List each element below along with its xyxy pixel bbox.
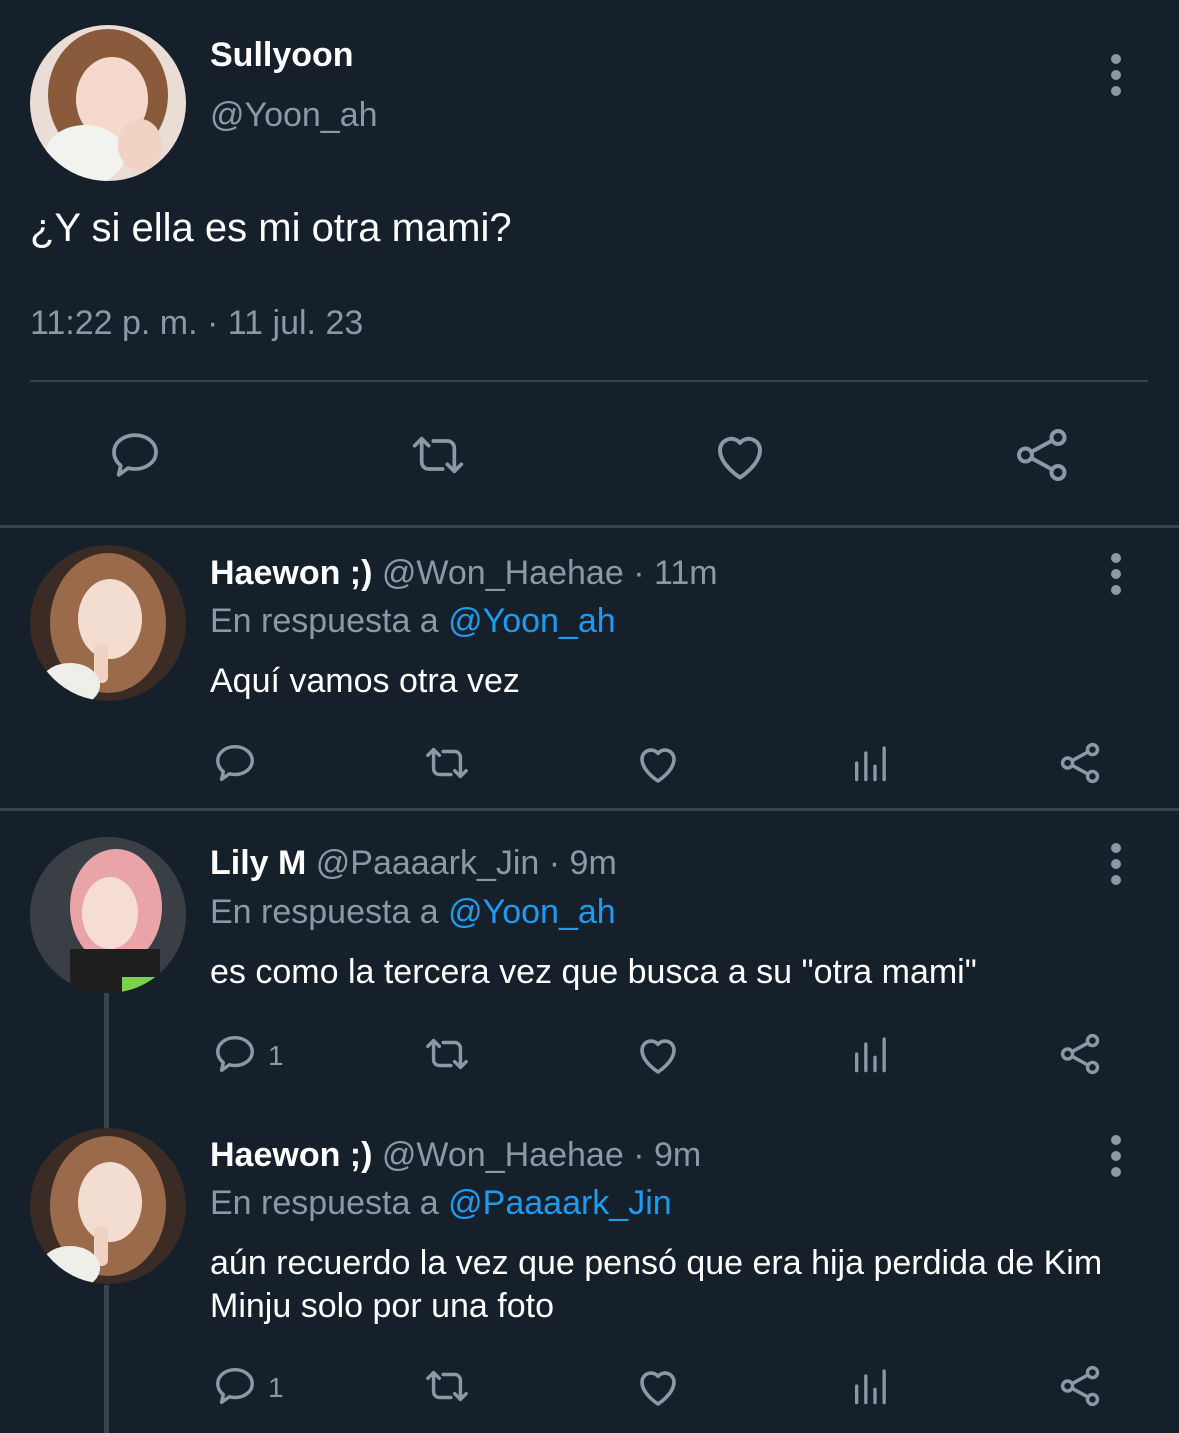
in-reply-to: En respuesta a @Paaaark_Jin <box>210 1184 672 1223</box>
thread-line <box>104 990 109 1130</box>
retweet-icon[interactable] <box>420 740 474 786</box>
avatar[interactable] <box>30 545 186 701</box>
like-icon[interactable] <box>708 425 772 485</box>
analytics-icon[interactable] <box>848 1365 892 1407</box>
in-reply-prefix: En respuesta a <box>210 893 439 931</box>
reply-header: Haewon ;) @Won_Haehae · 11m <box>210 554 718 593</box>
retweet-icon[interactable] <box>420 1363 474 1409</box>
avatar[interactable] <box>30 1128 186 1284</box>
reply-count: 1 <box>268 1040 284 1071</box>
avatar[interactable] <box>30 25 186 181</box>
more-options-icon[interactable] <box>1096 549 1136 599</box>
retweet-icon[interactable] <box>420 1031 474 1077</box>
reply-header: Haewon ;) @Won_Haehae · 9m <box>210 1136 701 1175</box>
reply-icon[interactable] <box>212 1363 258 1409</box>
display-name[interactable]: Haewon ;) <box>210 1136 372 1174</box>
mention-link[interactable]: @Yoon_ah <box>448 893 616 931</box>
reply-count: 1 <box>268 1372 284 1403</box>
in-reply-prefix: En respuesta a <box>210 1184 439 1222</box>
reply-icon[interactable] <box>105 425 165 485</box>
reply-header: Lily M @Paaaark_Jin · 9m <box>210 844 617 883</box>
share-icon[interactable] <box>1012 425 1074 485</box>
reply-icon[interactable] <box>212 1031 258 1077</box>
share-icon[interactable] <box>1058 1363 1104 1409</box>
tweet-time: · 9m <box>633 1136 702 1174</box>
divider <box>30 380 1148 382</box>
divider <box>0 808 1179 811</box>
display-name[interactable]: Haewon ;) <box>210 554 372 592</box>
tweet-time: · 9m <box>548 844 617 882</box>
tweet-text: aún recuerdo la vez que pensó que era hi… <box>210 1244 1103 1325</box>
in-reply-to: En respuesta a @Yoon_ah <box>210 602 616 641</box>
thread-line <box>104 1285 109 1433</box>
share-icon[interactable] <box>1058 740 1104 786</box>
more-options-icon[interactable] <box>1096 1131 1136 1181</box>
divider <box>0 525 1179 528</box>
in-reply-to: En respuesta a @Yoon_ah <box>210 893 616 932</box>
tweet-time: · 11m <box>633 554 718 592</box>
retweet-icon[interactable] <box>405 425 471 485</box>
user-handle[interactable]: @Won_Haehae <box>382 1136 624 1174</box>
avatar[interactable] <box>30 837 186 993</box>
tweet-timestamp: 11:22 p. m. · 11 jul. 23 <box>30 304 364 342</box>
reply-icon[interactable] <box>212 740 258 786</box>
mention-link[interactable]: @Paaaark_Jin <box>448 1184 672 1222</box>
like-icon[interactable] <box>634 1031 682 1077</box>
user-handle[interactable]: @Yoon_ah <box>210 96 378 135</box>
like-icon[interactable] <box>634 1363 682 1409</box>
share-icon[interactable] <box>1058 1031 1104 1077</box>
display-name[interactable]: Lily M <box>210 844 306 882</box>
tweet-text: ¿Y si ella es mi otra mami? <box>30 206 512 250</box>
mention-link[interactable]: @Yoon_ah <box>448 602 616 640</box>
display-name[interactable]: Sullyoon <box>210 36 354 75</box>
in-reply-prefix: En respuesta a <box>210 602 439 640</box>
like-icon[interactable] <box>634 740 682 786</box>
tweet-text: es como la tercera vez que busca a su "o… <box>210 953 977 991</box>
user-handle[interactable]: @Paaaark_Jin <box>316 844 540 882</box>
analytics-icon[interactable] <box>848 742 892 784</box>
user-handle[interactable]: @Won_Haehae <box>382 554 624 592</box>
analytics-icon[interactable] <box>848 1033 892 1075</box>
tweet-text: Aquí vamos otra vez <box>210 662 520 700</box>
more-options-icon[interactable] <box>1096 839 1136 889</box>
more-options-icon[interactable] <box>1096 50 1136 100</box>
